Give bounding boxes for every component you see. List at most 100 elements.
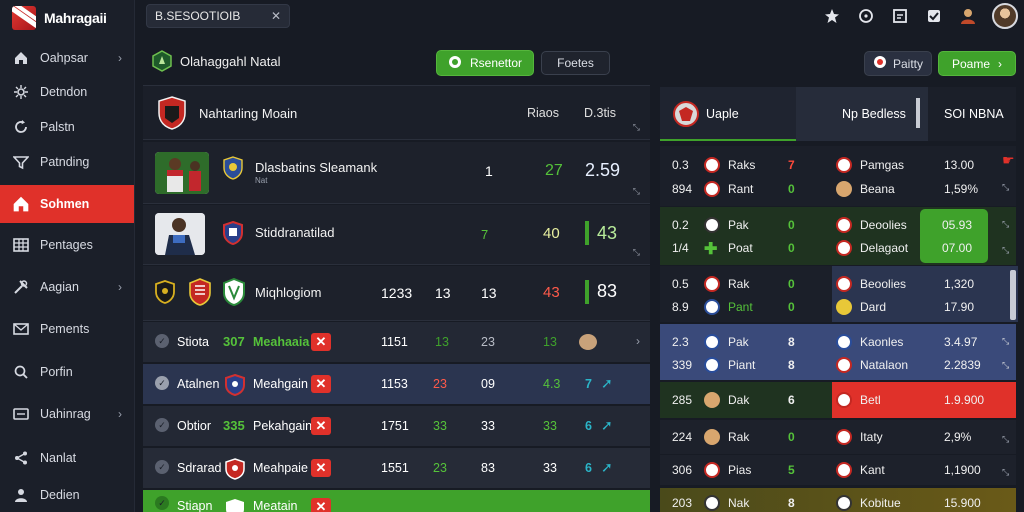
score: 7	[788, 158, 795, 172]
sidebar-item-nanlat[interactable]: Nanlat	[0, 440, 134, 476]
sidebar-item-label: Oahpsar	[40, 51, 88, 65]
close-icon[interactable]: ✕	[311, 498, 331, 512]
check-icon[interactable]: ✓	[155, 376, 169, 390]
club-crest-icon	[223, 278, 245, 306]
cell: 6	[585, 419, 592, 433]
expand-icon[interactable]: ⤡	[1002, 336, 1009, 347]
club-crest-icon	[223, 221, 243, 245]
table-row[interactable]: ✓ Stiota 307 Meahaaia ✕ 1151 13 23 13 ›	[143, 322, 650, 362]
star-icon[interactable]	[822, 6, 842, 26]
action-button[interactable]: Poame ›	[938, 51, 1016, 76]
featured-row[interactable]: Stiddranatilad 7 40 43 ⤡	[143, 205, 650, 265]
sidebar-item-pements[interactable]: Pements	[0, 311, 134, 347]
team-name: Pant	[728, 300, 753, 314]
team-icon	[836, 429, 852, 445]
table-row[interactable]: 0.3 894 Raks Rant 7 0 Pamgas Beana 13.00…	[660, 146, 1016, 206]
team-name: Delagaot	[860, 241, 909, 255]
clear-icon[interactable]: ✕	[271, 9, 281, 23]
cell: 0.3	[672, 158, 689, 172]
check-icon[interactable]: ✓	[155, 460, 169, 474]
sidebar-item-aagian[interactable]: Aagian ›	[0, 269, 134, 305]
sidebar-item-detndon[interactable]: Detndon	[0, 74, 134, 110]
table-row[interactable]: 306 Pias 5 Kant 1,1900 ⤡	[660, 455, 1016, 485]
expand-icon[interactable]: ⤡	[1002, 245, 1009, 256]
sort-icon[interactable]: ⤡	[633, 122, 640, 133]
scrollbar[interactable]	[1010, 270, 1016, 320]
search-input[interactable]: B.SESOOTIOIB ✕	[146, 4, 290, 28]
column-header[interactable]: Np Bedless	[842, 107, 906, 121]
sidebar-item-uahinrag[interactable]: Uahinrag ›	[0, 396, 134, 432]
expand-icon[interactable]: ⤡	[1002, 182, 1009, 193]
expand-icon[interactable]: ⤡	[633, 247, 640, 258]
profile-icon[interactable]	[958, 6, 978, 26]
table-row[interactable]: 203 Nak 8 Kobitue 15.900	[660, 488, 1016, 512]
featured-row[interactable]: Dlasbatins Sleamank Nat 1 27 2.59 ⤡	[143, 142, 650, 204]
team-icon	[704, 495, 720, 511]
sidebar-item-patnding[interactable]: Patnding	[0, 144, 134, 180]
expand-icon[interactable]: ⤡	[1002, 467, 1009, 478]
table-row[interactable]: 285 Dak 6 Betl 1.9.900	[660, 382, 1016, 418]
profile-button[interactable]: Paitty	[864, 51, 932, 76]
team-icon	[836, 157, 852, 173]
clock-icon[interactable]	[856, 6, 876, 26]
check-icon[interactable]: ✓	[155, 496, 169, 510]
sidebar-item-pentages[interactable]: Pentages	[0, 227, 134, 263]
team-name: Nak	[728, 496, 750, 510]
column-divider	[916, 98, 920, 128]
featured-row[interactable]: Miqhlogiom 1233 13 13 43 83	[143, 266, 650, 321]
home-icon	[12, 195, 30, 213]
brand[interactable]: Mahragaii	[12, 5, 107, 31]
team-label: Sdrarad	[177, 461, 222, 475]
sidebar-item-label: Sohmen	[40, 197, 90, 211]
close-icon[interactable]: ✕	[311, 459, 331, 477]
player-avatar	[579, 334, 597, 350]
column-header[interactable]: SOI NBNA	[944, 107, 1004, 121]
team-label: Stiota	[177, 335, 209, 349]
column-header[interactable]: D.3tis	[584, 106, 616, 120]
score: 0	[788, 430, 795, 444]
chevron-right-icon[interactable]: ›	[636, 334, 640, 348]
table-row[interactable]: 2.3 339 Pak Piant 8 8 Kaonles Natalaon 3…	[660, 324, 1016, 380]
search-icon	[12, 363, 30, 381]
team-name: Beana	[860, 182, 895, 196]
table-row[interactable]: 224 Rak 0 Itaty 2,9% ⤡	[660, 420, 1016, 454]
table-row[interactable]: ✓ Atalnen Meahgain ✕ 1153 23 09 4.3 7 ➚	[143, 364, 650, 404]
cell: 306	[672, 463, 693, 477]
check-icon[interactable]: ✓	[155, 418, 169, 432]
avatar[interactable]	[992, 3, 1018, 29]
calendar-icon[interactable]	[890, 6, 910, 26]
column-header[interactable]: Riaos	[527, 106, 559, 120]
cell: 285	[672, 393, 693, 407]
sidebar-item-oahpsar[interactable]: Oahpsar ›	[0, 40, 134, 76]
table-row[interactable]: 0.5 8.9 Rak Pant 0 0 Beoolies Dard 1,320…	[660, 266, 1018, 322]
expand-icon[interactable]: ⤡	[1002, 219, 1009, 230]
close-icon[interactable]: ✕	[311, 333, 331, 351]
expand-icon[interactable]: ⤡	[1002, 434, 1009, 445]
table-row[interactable]: 0.2 1/4 ✚ Pak Poat 0 0 Deoolies Delagaot…	[660, 207, 1016, 265]
table-row[interactable]: ✓ Obtior 335 Pekahgain ✕ 1751 33 33 33 6…	[143, 406, 650, 446]
sidebar-item-palstn[interactable]: Palstn	[0, 109, 134, 145]
table-row[interactable]: ✓ Sdrarad Meahpaie ✕ 1551 23 83 33 6 ➚	[143, 448, 650, 488]
expand-icon[interactable]: ⤡	[633, 186, 640, 197]
club-crest-icon	[225, 458, 245, 480]
score: 8	[788, 358, 795, 372]
primary-button[interactable]: Rsenettor	[436, 50, 534, 76]
secondary-button[interactable]: Foetes	[541, 51, 610, 75]
team-name: Pias	[728, 463, 752, 477]
table-row[interactable]: ✓ Stiapn Meatain ✕	[143, 490, 650, 512]
cell: 23	[433, 461, 447, 475]
sidebar-item-sohmen[interactable]: Sohmen	[0, 185, 134, 223]
close-icon[interactable]: ✕	[311, 417, 331, 435]
check-icon[interactable]	[924, 6, 944, 26]
cell: 33	[481, 419, 495, 433]
close-icon[interactable]: ✕	[311, 375, 331, 393]
expand-icon[interactable]: ⤡	[1002, 360, 1009, 371]
value: 1.9.900	[944, 393, 985, 407]
check-icon[interactable]: ✓	[155, 334, 169, 348]
sidebar-item-porfin[interactable]: Porfin	[0, 354, 134, 390]
player-photo	[155, 213, 205, 255]
sidebar-item-dedien[interactable]: Dedien	[0, 477, 134, 512]
cell: 1551	[381, 461, 409, 475]
chat-icon	[873, 55, 887, 72]
score: 8	[788, 335, 795, 349]
